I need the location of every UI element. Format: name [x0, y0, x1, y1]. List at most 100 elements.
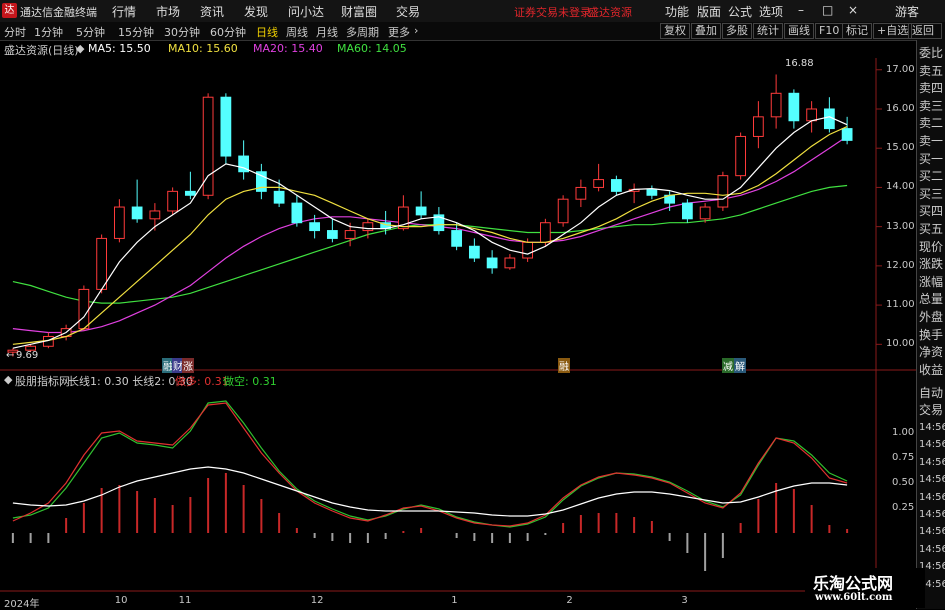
- login-warning[interactable]: 证券交易未登录: [514, 4, 591, 20]
- multi-stock-button[interactable]: 多股: [722, 23, 752, 39]
- menu-item-formula[interactable]: 公式: [728, 3, 752, 20]
- sidebar-item[interactable]: 涨跌: [919, 257, 943, 271]
- time-tick-label: 12: [310, 595, 324, 606]
- period-tab-1min[interactable]: 1分钟: [34, 24, 63, 40]
- price-tick-label: 15.00: [886, 142, 915, 154]
- candle-body: [273, 190, 285, 204]
- event-tag-unlock[interactable]: 解: [734, 358, 746, 373]
- sidebar-item[interactable]: 换手: [919, 328, 943, 342]
- sidebar-item[interactable]: 买三: [919, 187, 943, 201]
- candle-body: [557, 198, 569, 224]
- candle-body: [806, 108, 818, 122]
- app-logo-icon: 达: [2, 3, 17, 18]
- period-tab-5min[interactable]: 5分钟: [76, 24, 105, 40]
- minimize-button[interactable]: –: [798, 3, 804, 17]
- watermark-title: 乐淘公式网: [813, 574, 894, 593]
- chevron-right-icon[interactable]: ›: [414, 24, 418, 37]
- menu-item-market[interactable]: 市场: [156, 3, 180, 20]
- period-tab-60min[interactable]: 60分钟: [210, 24, 246, 40]
- ma10-line: [12, 126, 848, 345]
- candle-body: [539, 222, 551, 243]
- kline-chart[interactable]: [0, 40, 916, 609]
- period-tab-30min[interactable]: 30分钟: [164, 24, 200, 40]
- ma20-line: [12, 135, 848, 334]
- indicator-bullet-icon: ◆: [4, 373, 13, 386]
- adjust-button[interactable]: 复权: [660, 23, 690, 39]
- stats-button[interactable]: 统计: [753, 23, 783, 39]
- sidebar-item[interactable]: 净资: [919, 345, 943, 359]
- menu-item-trade[interactable]: 交易: [396, 3, 420, 20]
- sidebar-item[interactable]: 卖三: [919, 99, 943, 113]
- candle-body: [415, 206, 427, 216]
- sidebar-item[interactable]: 委比: [919, 46, 943, 60]
- sidebar-item[interactable]: 外盘: [919, 310, 943, 324]
- draw-line-button[interactable]: 画线: [784, 23, 814, 39]
- ma5-line-group: [12, 116, 848, 349]
- indicator-short-label: 做空: 0.31: [223, 375, 277, 388]
- sidebar-item[interactable]: 现价: [919, 240, 943, 254]
- guest-label[interactable]: 游客: [895, 3, 919, 20]
- event-tag-rise[interactable]: 涨: [182, 358, 194, 373]
- sidebar-time: 14:56: [919, 422, 945, 433]
- sidebar-item[interactable]: 收益: [919, 363, 943, 377]
- add-watchlist-button[interactable]: +自选: [873, 23, 913, 39]
- candle-body: [451, 230, 463, 247]
- menu-bar: 达 通达信金融终端 行情 市场 资讯 发现 问小达 财富圈 交易 证券交易未登录…: [0, 0, 945, 23]
- sidebar-item[interactable]: 买四: [919, 204, 943, 218]
- mark-button[interactable]: 标记: [842, 23, 872, 39]
- period-tab-intraday[interactable]: 分时: [4, 24, 26, 40]
- watermark-url: www.60lt.com: [815, 592, 893, 603]
- sidebar-item[interactable]: 买二: [919, 169, 943, 183]
- sidebar-item[interactable]: 买五: [919, 222, 943, 236]
- period-tab-weekly[interactable]: 周线: [286, 24, 308, 40]
- menu-item-layout[interactable]: 版面: [697, 3, 721, 20]
- period-tab-monthly[interactable]: 月线: [316, 24, 338, 40]
- price-tick-label: 13.00: [886, 220, 915, 232]
- menu-item-options[interactable]: 选项: [759, 3, 783, 20]
- overlay-button[interactable]: 叠加: [691, 23, 721, 39]
- sidebar-item[interactable]: 卖五: [919, 64, 943, 78]
- f10-button[interactable]: F10: [815, 23, 844, 39]
- menu-item-hq[interactable]: 行情: [112, 3, 136, 20]
- sidebar-item[interactable]: 买一: [919, 152, 943, 166]
- menu-item-ask[interactable]: 问小达: [288, 3, 324, 20]
- candle-body: [167, 190, 179, 212]
- sidebar-item[interactable]: 卖二: [919, 116, 943, 130]
- price-tick-label: 14.00: [886, 181, 915, 193]
- period-tab-more[interactable]: 更多: [388, 24, 410, 40]
- candle-body: [841, 128, 853, 141]
- sidebar-time: 14:56: [919, 491, 945, 503]
- candle-body: [362, 222, 374, 232]
- sidebar-lower-item[interactable]: 自动: [919, 386, 943, 400]
- price-tick-label: 16.00: [886, 102, 915, 114]
- period-tab-multi[interactable]: 多周期: [346, 24, 379, 40]
- price-tick-label: 10.00: [886, 338, 915, 350]
- sidebar-time: 14:56: [919, 526, 945, 538]
- menu-item-discover[interactable]: 发现: [244, 3, 268, 20]
- menu-item-function[interactable]: 功能: [665, 3, 689, 20]
- candle-body: [96, 237, 108, 290]
- candle-body: [78, 288, 90, 330]
- event-tag-reduce[interactable]: 减: [722, 358, 734, 373]
- time-tick-label: 2024年: [4, 599, 40, 610]
- menu-item-news[interactable]: 资讯: [200, 3, 224, 20]
- ma10-line-group: [12, 126, 848, 345]
- close-button[interactable]: ×: [848, 3, 858, 17]
- sidebar-item[interactable]: 卖一: [919, 134, 943, 148]
- time-tick-label: 2: [566, 595, 573, 606]
- sidebar-item[interactable]: 卖四: [919, 81, 943, 95]
- sidebar-item[interactable]: 涨幅: [919, 275, 943, 289]
- menu-item-wealth[interactable]: 财富圈: [341, 3, 377, 20]
- price-tick-label: 12.00: [886, 259, 915, 271]
- event-tag-margin-2[interactable]: 融: [558, 358, 570, 373]
- sidebar-lower-item[interactable]: 交易: [919, 403, 943, 417]
- time-tick-label: 3: [681, 595, 688, 606]
- back-button[interactable]: 返回: [908, 23, 942, 39]
- time-tick-label: 10: [114, 595, 128, 606]
- maximize-button[interactable]: □: [822, 3, 833, 17]
- period-tab-daily[interactable]: 日线: [256, 24, 278, 40]
- broker-name[interactable]: 盛达资源: [588, 4, 632, 20]
- sidebar-time: 14:56: [919, 509, 945, 520]
- period-tab-15min[interactable]: 15分钟: [118, 24, 154, 40]
- sidebar-item[interactable]: 总量: [919, 292, 943, 306]
